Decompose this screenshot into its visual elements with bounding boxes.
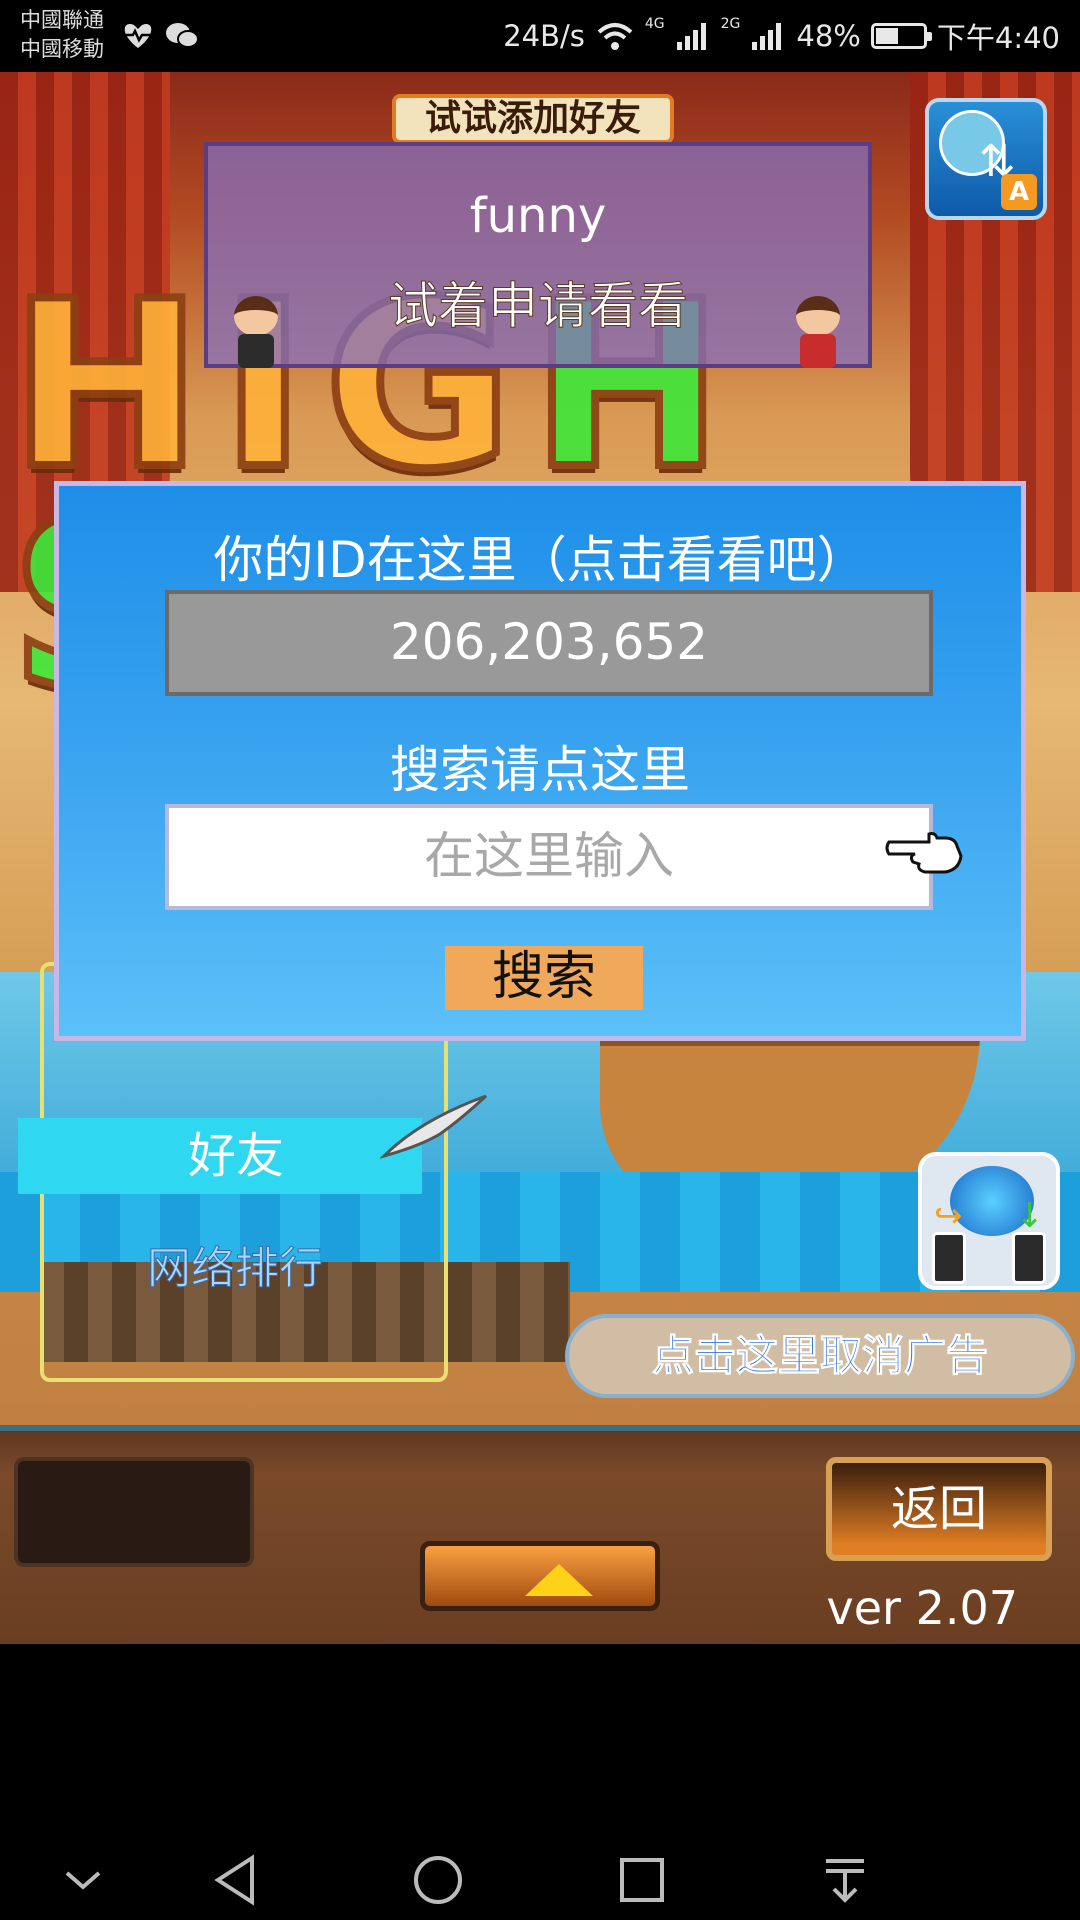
search-button[interactable]: 搜索 bbox=[445, 946, 643, 1010]
heart-pulse-icon bbox=[124, 24, 152, 48]
battery-icon bbox=[870, 23, 932, 49]
tab-network-ranking[interactable]: 网络排行 bbox=[0, 1232, 470, 1296]
back-triangle-icon bbox=[214, 1854, 254, 1906]
arrow-icon-left: ↪ bbox=[934, 1196, 963, 1236]
game-screen: HIGH SEA 试试添加好友 funny 试着申请看看 ⇅ A 好友 网络排行… bbox=[0, 72, 1080, 1644]
signal-icon bbox=[676, 23, 706, 50]
network-connect-button[interactable]: ↪ ↓ bbox=[918, 1152, 1060, 1290]
version-label: ver 2.07 bbox=[826, 1581, 1018, 1635]
friend-suggestion-card[interactable]: funny 试着申请看看 bbox=[204, 142, 872, 368]
hide-nav-button[interactable] bbox=[38, 1840, 128, 1920]
back-button[interactable]: 返回 bbox=[826, 1457, 1052, 1561]
id-title: 你的ID在这里（点击看看吧） bbox=[213, 531, 867, 589]
pointing-hand-icon bbox=[885, 832, 963, 874]
wifi-icon bbox=[597, 23, 633, 50]
clock: 下午4:40 bbox=[936, 21, 1060, 55]
character-avatar-right bbox=[788, 296, 848, 370]
carrier-labels: 中國聯通 中國移動 bbox=[20, 6, 104, 64]
status-right: 24B/s 4G 2G 48% 下午4:40 bbox=[503, 16, 1060, 56]
signal-icon-2 bbox=[752, 23, 782, 50]
home-circle-icon bbox=[414, 1856, 462, 1904]
account-a-badge: A bbox=[1001, 174, 1037, 210]
quill-icon bbox=[380, 1094, 488, 1159]
net-2g-label: 2G bbox=[720, 16, 741, 32]
recents-nav-button[interactable] bbox=[597, 1840, 687, 1920]
up-arrow-icon bbox=[525, 1564, 593, 1596]
status-bar: 中國聯通 中國移動 24B/s 4G 2G 48% 下午4:40 bbox=[0, 0, 1080, 72]
phone-icon-right bbox=[1012, 1232, 1046, 1284]
remove-ads-button[interactable]: 点击这里取消广告 bbox=[565, 1314, 1075, 1398]
system-nav-bar bbox=[0, 1840, 1080, 1920]
recents-square-icon bbox=[620, 1858, 664, 1902]
arrow-icon-right: ↓ bbox=[1015, 1196, 1045, 1236]
id-dialog: 你的ID在这里（点击看看吧） 206,203,652 搜索请点这里 在这里输入 … bbox=[54, 481, 1026, 1041]
account-swap-button[interactable]: ⇅ A bbox=[925, 98, 1047, 220]
empty-slot bbox=[14, 1457, 254, 1567]
friend-hint: 试着申请看看 bbox=[388, 277, 689, 336]
chevron-down-icon bbox=[65, 1871, 101, 1890]
carrier-2: 中國移動 bbox=[20, 37, 104, 61]
home-nav-button[interactable] bbox=[393, 1840, 483, 1920]
player-id-box[interactable]: 206,203,652 bbox=[165, 590, 933, 696]
pull-down-icon bbox=[826, 1859, 864, 1903]
friend-name: funny bbox=[469, 188, 607, 244]
notifications-nav-button[interactable] bbox=[800, 1840, 890, 1920]
tip-banner: 试试添加好友 bbox=[392, 94, 674, 144]
network-speed: 24B/s bbox=[503, 19, 585, 53]
net-4g-label: 4G bbox=[644, 16, 665, 32]
scroll-up-button[interactable] bbox=[420, 1541, 660, 1611]
battery-percent: 48% bbox=[796, 19, 861, 53]
tab-friends[interactable]: 好友 bbox=[18, 1118, 422, 1194]
wechat-icon bbox=[166, 23, 199, 48]
battery-level bbox=[875, 28, 898, 44]
character-avatar-left bbox=[226, 296, 286, 370]
carrier-1: 中國聯通 bbox=[20, 8, 104, 32]
back-nav-button[interactable] bbox=[190, 1840, 280, 1920]
phone-icon-left bbox=[932, 1232, 966, 1284]
search-title: 搜索请点这里 bbox=[390, 741, 690, 799]
search-input[interactable]: 在这里输入 bbox=[165, 804, 933, 910]
bottom-bar: 返回 ver 2.07 bbox=[0, 1425, 1080, 1644]
